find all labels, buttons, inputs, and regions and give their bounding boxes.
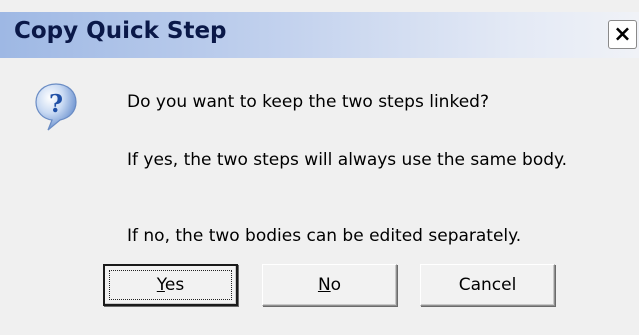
title-bar[interactable]: Copy Quick Step × (0, 12, 639, 58)
question-icon: ? (35, 83, 77, 131)
message-yes-explanation: If yes, the two steps will always use th… (127, 150, 568, 170)
no-mnemonic: N (317, 275, 331, 295)
cancel-button[interactable]: Cancel (420, 264, 555, 306)
dialog-title: Copy Quick Step (14, 18, 227, 44)
yes-button[interactable]: Yes (103, 264, 238, 306)
cancel-button-label: Cancel (458, 275, 517, 295)
close-button[interactable]: × (608, 20, 637, 49)
no-button-label: No (318, 275, 341, 295)
copy-quick-step-dialog: Copy Quick Step × ? Do you want to keep … (0, 0, 639, 335)
yes-mnemonic: Y (156, 275, 165, 295)
no-button[interactable]: No (262, 264, 397, 306)
message-no-explanation: If no, the two bodies can be edited sepa… (127, 226, 522, 246)
message-question: Do you want to keep the two steps linked… (127, 92, 489, 112)
no-label-rest: o (330, 275, 342, 295)
svg-text:?: ? (49, 89, 63, 118)
close-icon: × (613, 22, 632, 47)
yes-button-label: Yes (157, 275, 184, 295)
yes-label-rest: es (164, 275, 185, 295)
